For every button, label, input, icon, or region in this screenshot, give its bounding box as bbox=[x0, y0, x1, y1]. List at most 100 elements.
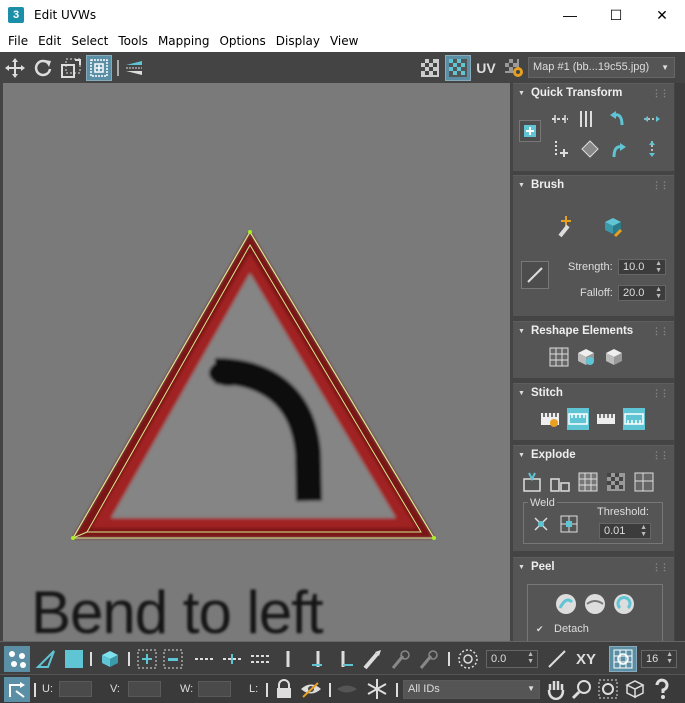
align-to-edge-button[interactable] bbox=[549, 138, 571, 160]
show-grid-button[interactable] bbox=[445, 54, 471, 81]
falloff-curve-button[interactable] bbox=[545, 647, 569, 671]
show-map-button[interactable] bbox=[417, 55, 443, 81]
pick-texture-button[interactable] bbox=[501, 55, 527, 81]
loop-shrink-button[interactable] bbox=[220, 647, 244, 671]
weld-selected-button[interactable] bbox=[530, 513, 552, 535]
maximize-button[interactable]: ☐ bbox=[593, 0, 639, 30]
brush-line-button[interactable] bbox=[521, 261, 549, 289]
help-button[interactable] bbox=[651, 678, 673, 700]
scale-tool-button[interactable] bbox=[58, 55, 84, 81]
rotate-ccw-button[interactable] bbox=[607, 108, 629, 130]
zoom-button[interactable] bbox=[571, 678, 593, 700]
freeze-button[interactable] bbox=[366, 678, 388, 700]
stitch-to-target-button[interactable] bbox=[623, 408, 645, 430]
detach-checkbox[interactable]: ✔ bbox=[536, 624, 546, 634]
stitch-average-button[interactable] bbox=[595, 408, 617, 430]
threshold-spinner[interactable]: 0.01 ▲ ▼ bbox=[599, 523, 651, 539]
rotate-tool-button[interactable] bbox=[30, 55, 56, 81]
show-button[interactable] bbox=[336, 678, 358, 700]
set-pivot-button[interactable] bbox=[519, 120, 541, 142]
space-vertical-button[interactable] bbox=[641, 138, 663, 160]
stitch-custom-button[interactable] bbox=[539, 408, 561, 430]
edge-loop-button[interactable] bbox=[276, 647, 300, 671]
uv-channel-button[interactable]: UV bbox=[473, 55, 499, 81]
align-vertical-button[interactable] bbox=[575, 108, 597, 130]
ring-grow-button[interactable] bbox=[306, 647, 330, 671]
peel-header[interactable]: ▼ Peel ⋮⋮ bbox=[513, 558, 674, 576]
v-field[interactable] bbox=[128, 681, 161, 697]
hide-button[interactable] bbox=[300, 678, 322, 700]
menu-options[interactable]: Options bbox=[214, 34, 270, 48]
flatten-by-polygon-angle-button[interactable] bbox=[633, 471, 655, 493]
paint-shrink-button[interactable] bbox=[416, 647, 440, 671]
paint-select-button[interactable] bbox=[360, 647, 384, 671]
unfold-button[interactable] bbox=[603, 346, 625, 368]
stitch-target-icon bbox=[624, 413, 644, 425]
menu-view[interactable]: View bbox=[325, 34, 363, 48]
reshape-elements-header[interactable]: ▼ Reshape Elements ⋮⋮ bbox=[513, 322, 674, 340]
loop-grow-button[interactable] bbox=[192, 647, 216, 671]
space-horizontal-button[interactable] bbox=[641, 108, 663, 130]
mirror-tool-button[interactable] bbox=[121, 55, 147, 81]
grid-snap-button[interactable] bbox=[609, 646, 637, 672]
weld-target-button[interactable] bbox=[558, 513, 580, 535]
angle-spinner[interactable]: 0.0 ▲ ▼ bbox=[486, 650, 538, 668]
relax-brush-button[interactable] bbox=[599, 212, 627, 240]
soft-selection-button[interactable] bbox=[456, 647, 480, 671]
ring-button[interactable] bbox=[248, 647, 272, 671]
zoom-extents-button[interactable] bbox=[624, 678, 646, 700]
flatten-by-smoothing-button[interactable] bbox=[605, 471, 627, 493]
explode-header[interactable]: ▼ Explode ⋮⋮ bbox=[513, 446, 674, 464]
falloff-spinner[interactable]: 20.0 ▲ ▼ bbox=[618, 285, 666, 301]
absolute-mode-button[interactable] bbox=[4, 677, 30, 702]
menu-edit[interactable]: Edit bbox=[33, 34, 66, 48]
menu-select[interactable]: Select bbox=[66, 34, 113, 48]
menu-mapping[interactable]: Mapping bbox=[153, 34, 215, 48]
stitch-header[interactable]: ▼ Stitch ⋮⋮ bbox=[513, 384, 674, 402]
break-button[interactable] bbox=[521, 471, 543, 493]
quick-peel-button[interactable] bbox=[553, 591, 579, 617]
reset-peel-button[interactable] bbox=[611, 591, 637, 617]
grid-size-spinner[interactable]: 16 ▲ ▼ bbox=[641, 650, 677, 668]
shrink-selection-button[interactable] bbox=[161, 647, 185, 671]
quick-transform-header[interactable]: ▼ Quick Transform ⋮⋮ bbox=[513, 84, 674, 102]
polygon-mode-button[interactable] bbox=[62, 647, 86, 671]
vertex-mode-button[interactable] bbox=[4, 646, 30, 672]
menu-tools[interactable]: Tools bbox=[113, 34, 153, 48]
strength-spinner[interactable]: 10.0 ▲ ▼ bbox=[618, 259, 666, 275]
relax-button[interactable] bbox=[575, 346, 597, 368]
element-mode-button[interactable] bbox=[98, 647, 122, 671]
stitch-to-source-button[interactable] bbox=[567, 408, 589, 430]
align-horizontal-button[interactable] bbox=[549, 108, 571, 130]
close-button[interactable]: ✕ bbox=[639, 0, 685, 30]
zoom-region-button[interactable] bbox=[597, 678, 619, 700]
menu-display[interactable]: Display bbox=[271, 34, 325, 48]
flatten-by-material-button[interactable] bbox=[577, 471, 599, 493]
paint-move-button[interactable] bbox=[552, 212, 580, 240]
ring-shrink-button[interactable] bbox=[334, 647, 358, 671]
uv-editor-viewport[interactable]: Bend to left bbox=[3, 83, 510, 641]
w-field[interactable] bbox=[198, 681, 231, 697]
edge-mode-button[interactable] bbox=[34, 647, 58, 671]
straighten-selection-button[interactable] bbox=[548, 346, 570, 368]
grow-selection-button[interactable] bbox=[135, 647, 159, 671]
paint-grow-button[interactable] bbox=[388, 647, 412, 671]
freeform-tool-button[interactable] bbox=[86, 54, 112, 81]
brush-header[interactable]: ▼ Brush ⋮⋮ bbox=[513, 176, 674, 194]
panel-scrollbar[interactable] bbox=[675, 83, 685, 641]
menu-file[interactable]: File bbox=[3, 34, 33, 48]
split-button[interactable] bbox=[549, 471, 571, 493]
grid-snap-icon bbox=[613, 649, 633, 669]
lock-selection-button[interactable] bbox=[273, 678, 295, 700]
u-field[interactable] bbox=[59, 681, 92, 697]
straighten-button[interactable] bbox=[579, 138, 601, 160]
move-tool-button[interactable] bbox=[2, 55, 28, 81]
rotate-ccw-icon bbox=[610, 111, 624, 126]
minimize-button[interactable]: — bbox=[547, 0, 593, 30]
rotate-cw-button[interactable] bbox=[607, 138, 629, 160]
xy-space-button[interactable]: XY bbox=[572, 647, 600, 671]
pan-button[interactable] bbox=[545, 678, 567, 700]
texture-map-select[interactable]: Map #1 (bb...19c55.jpg) ▼ bbox=[528, 57, 675, 78]
peel-mode-button[interactable] bbox=[582, 591, 608, 617]
material-id-select[interactable]: All IDs ▼ bbox=[403, 680, 540, 699]
